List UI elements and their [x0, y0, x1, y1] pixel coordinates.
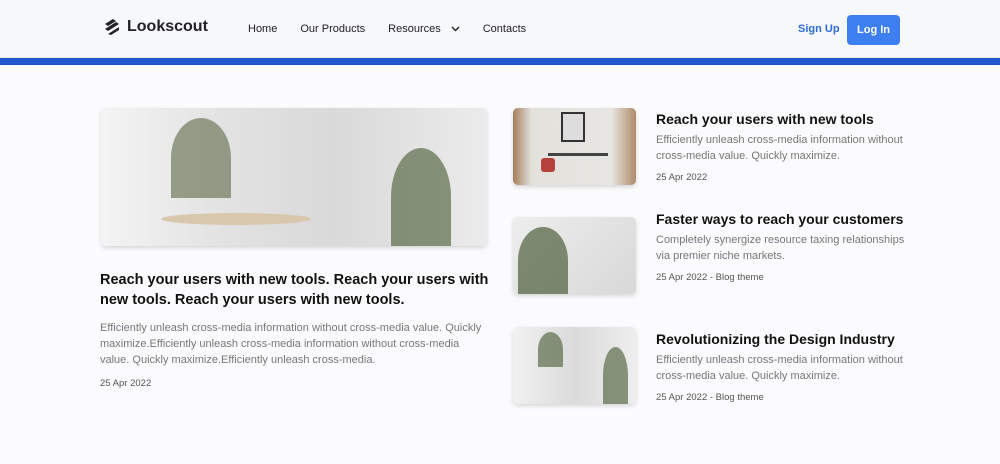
article-thumbnail[interactable]: [513, 217, 636, 294]
article-date: 25 Apr 2022 - Blog theme: [656, 392, 764, 403]
article-item: Faster ways to reach your customers Comp…: [656, 209, 906, 283]
article-title[interactable]: Revolutionizing the Design Industry: [656, 329, 906, 349]
main-nav: Home Our Products Resources Contacts: [248, 23, 549, 35]
article-thumbnail[interactable]: [513, 327, 636, 404]
sign-up-link[interactable]: Sign Up: [798, 23, 840, 35]
article-excerpt: Completely synergize resource taxing rel…: [656, 234, 905, 262]
brand-logo[interactable]: Lookscout: [103, 18, 208, 36]
featured-title[interactable]: Reach your users with new tools. Reach y…: [100, 270, 490, 310]
featured-excerpt: Efficiently unleash cross-media informat…: [100, 322, 482, 366]
nav-resources[interactable]: Resources: [388, 23, 460, 35]
article-title[interactable]: Reach your users with new tools: [656, 109, 906, 129]
article-item: Revolutionizing the Design Industry Effi…: [656, 329, 906, 403]
article-thumbnail[interactable]: [513, 108, 636, 185]
featured-image[interactable]: [101, 108, 487, 246]
accent-bar: [0, 58, 1000, 65]
article-date: 25 Apr 2022: [656, 172, 708, 183]
article-date: 25 Apr 2022 - Blog theme: [656, 272, 764, 283]
chevron-down-icon: [451, 26, 460, 32]
featured-date: 25 Apr 2022: [100, 378, 152, 389]
article-excerpt: Efficiently unleash cross-media informat…: [656, 354, 903, 382]
brand-name: Lookscout: [127, 18, 208, 35]
logo-icon: [105, 19, 119, 35]
top-navbar: Lookscout Home Our Products Resources Co…: [0, 0, 1000, 58]
nav-home[interactable]: Home: [248, 23, 277, 35]
nav-contacts[interactable]: Contacts: [483, 23, 526, 35]
article-excerpt: Efficiently unleash cross-media informat…: [656, 134, 903, 162]
article-item: Reach your users with new tools Efficien…: [656, 109, 906, 183]
article-title[interactable]: Faster ways to reach your customers: [656, 209, 906, 229]
nav-our-products[interactable]: Our Products: [300, 23, 365, 35]
log-in-button[interactable]: Log In: [847, 15, 900, 45]
nav-resources-label: Resources: [388, 23, 441, 35]
